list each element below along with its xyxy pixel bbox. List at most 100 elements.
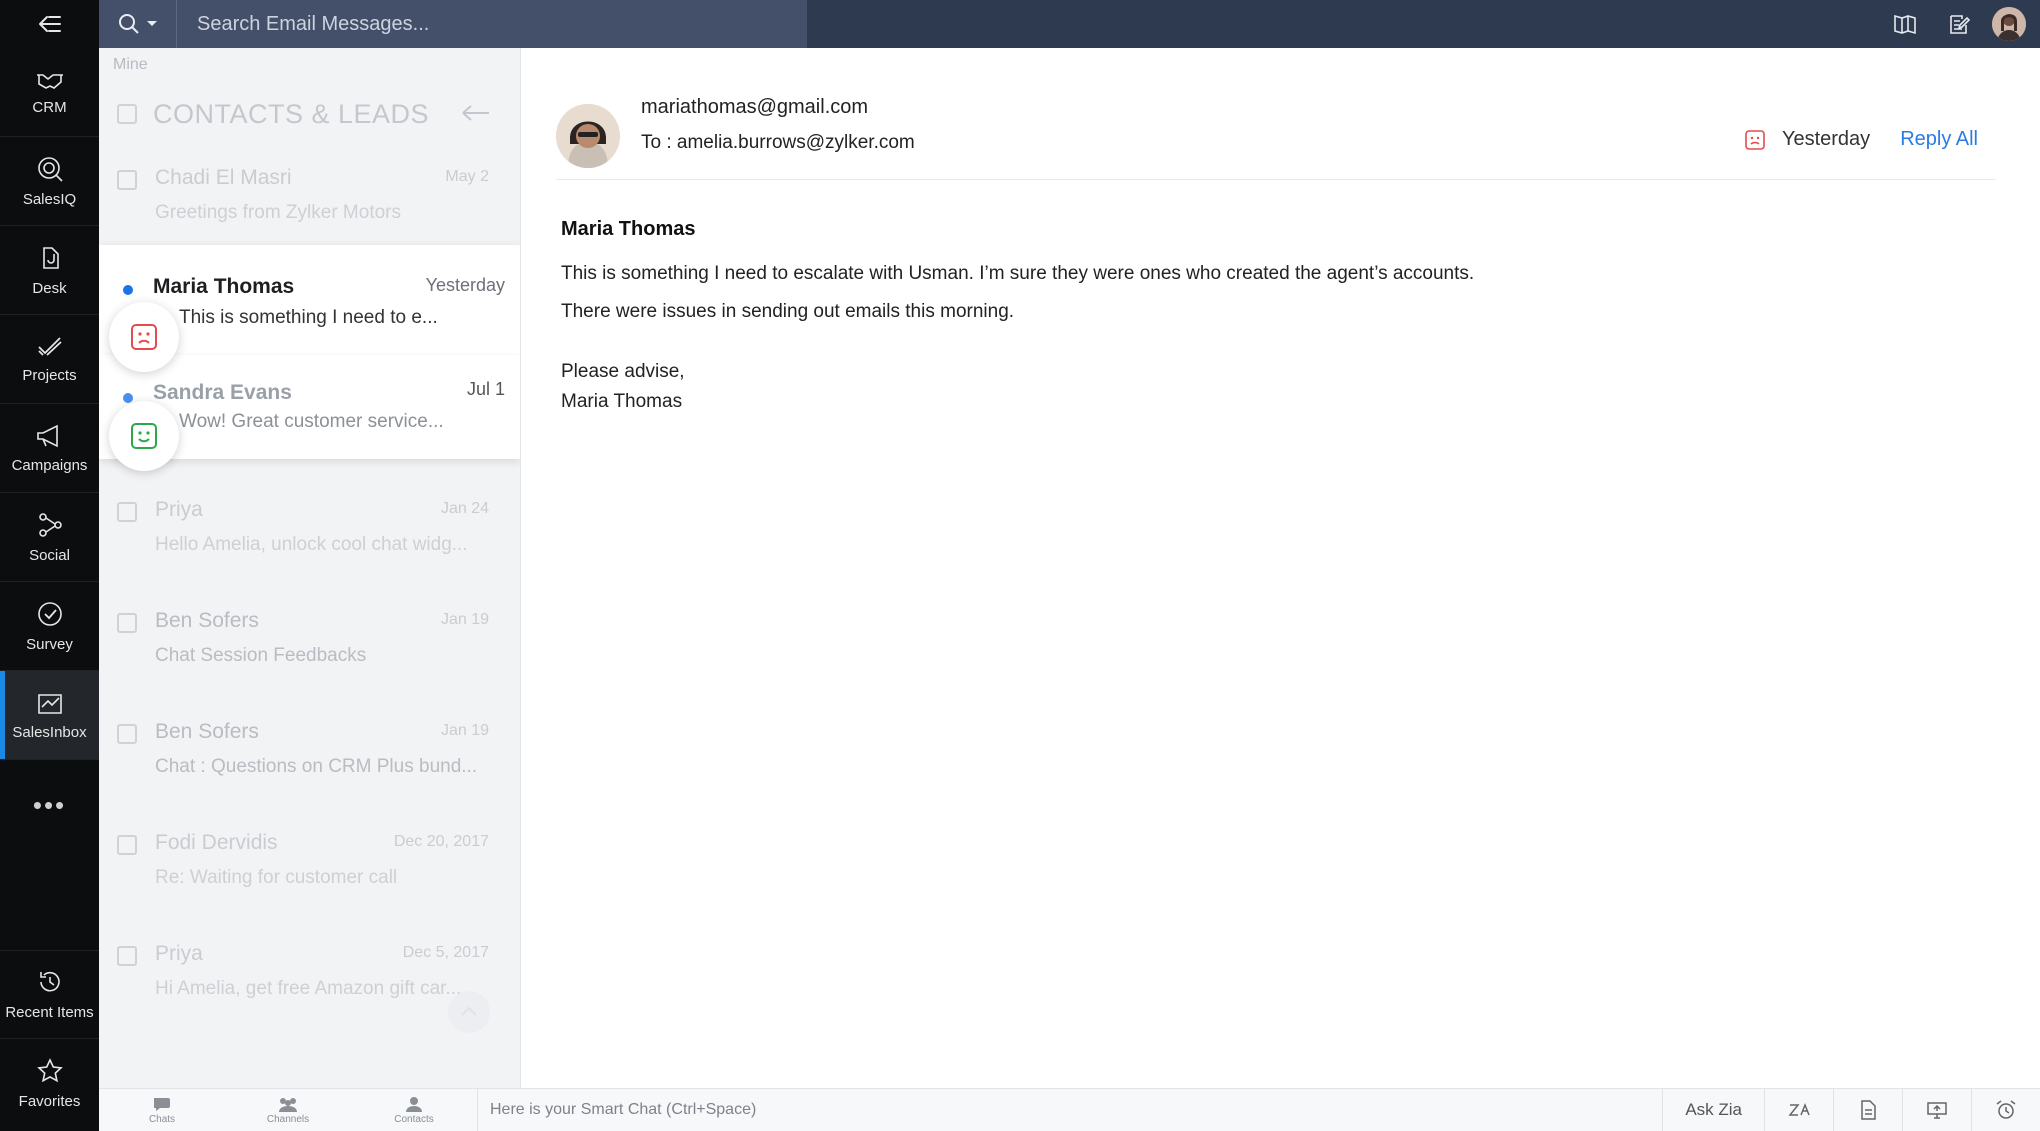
row-checkbox[interactable] — [117, 835, 137, 855]
zia-voice-button[interactable] — [1764, 1088, 1833, 1131]
sidebar-item-campaigns[interactable]: Campaigns — [0, 404, 99, 493]
sidebar-item-recent[interactable]: Recent Items — [0, 950, 99, 1039]
alarm-clock-icon — [1996, 1100, 2016, 1119]
ask-zia-button[interactable]: Ask Zia — [1662, 1088, 1764, 1131]
scroll-to-top-button[interactable] — [448, 991, 490, 1033]
sender-name: Sandra Evans — [153, 381, 292, 404]
app-sidebar: CRM SalesIQ Desk Projects Campaigns Soci… — [0, 0, 99, 1131]
user-avatar[interactable] — [1992, 7, 2026, 41]
sad-face-icon — [1745, 129, 1765, 150]
message-date: Jan 19 — [440, 611, 489, 628]
tab-chats[interactable]: Chats — [99, 1089, 225, 1131]
app-window: CRM SalesIQ Desk Projects Campaigns Soci… — [0, 0, 2040, 1131]
negative-sentiment-badge — [109, 302, 179, 372]
message-date: Jul 1 — [466, 379, 505, 399]
sidebar-item-survey[interactable]: Survey — [0, 582, 99, 671]
bottom-actions: Ask Zia — [1662, 1088, 2040, 1131]
message-row-ben-2[interactable]: Ben Sofers Jan 19 Chat : Questions on CR… — [99, 704, 520, 814]
sender-avatar — [556, 104, 620, 168]
message-preview: Greetings from Zylker Motors — [155, 202, 401, 223]
email-date: Yesterday — [1781, 128, 1871, 150]
sidebar-item-salesiq[interactable]: SalesIQ — [0, 137, 99, 226]
star-icon — [36, 1058, 63, 1083]
history-icon — [39, 971, 60, 992]
collapse-arrow-icon[interactable] — [461, 104, 491, 122]
email-body: Maria Thomas This is something I need to… — [561, 218, 1961, 417]
list-title: CONTACTS & LEADS — [153, 98, 430, 129]
tab-contacts[interactable]: Contacts — [351, 1089, 477, 1131]
sender-name: Chadi El Masri — [155, 166, 292, 189]
email-header: mariathomas@gmail.com To : amelia.burrow… — [556, 48, 1996, 180]
smart-chat-input[interactable]: Here is your Smart Chat (Ctrl+Space) — [477, 1088, 1662, 1131]
search-scope-dropdown[interactable] — [99, 0, 177, 48]
body-paragraph: This is something I need to escalate wit… — [561, 263, 1475, 284]
sidebar-item-salesinbox[interactable]: SalesInbox — [0, 671, 99, 760]
document-icon — [1861, 1100, 1876, 1120]
filter-mine-label[interactable]: Mine — [113, 56, 148, 74]
row-checkbox[interactable] — [117, 613, 137, 633]
row-checkbox[interactable] — [117, 946, 137, 966]
tab-label: Chats — [148, 1113, 176, 1125]
message-row-ben-1[interactable]: Ben Sofers Jan 19 Chat Session Feedbacks — [99, 593, 520, 703]
tab-channels[interactable]: Channels — [225, 1089, 351, 1131]
sender-name: Ben Sofers — [155, 720, 259, 743]
sidebar-label: Survey — [26, 635, 73, 653]
unread-dot — [123, 285, 133, 295]
salesiq-icon — [37, 156, 63, 182]
search-input[interactable] — [177, 0, 807, 48]
message-date: Dec 20, 2017 — [393, 833, 489, 850]
email-to: To : amelia.burrows@zylker.com — [641, 132, 915, 153]
zia-icon — [1788, 1102, 1810, 1116]
sidebar-label: Recent Items — [5, 1004, 94, 1021]
reminder-button[interactable] — [1971, 1088, 2040, 1131]
check-circle-icon — [37, 601, 62, 626]
sidebar-label: Desk — [32, 279, 67, 297]
chat-bubble-icon — [154, 1097, 170, 1111]
monitor-icon — [1927, 1102, 1947, 1119]
compose-note-button[interactable] — [1932, 0, 1986, 48]
email-reading-pane: mariathomas@gmail.com To : amelia.burrow… — [521, 48, 2040, 1088]
desk-icon — [42, 246, 59, 269]
row-checkbox[interactable] — [117, 502, 137, 522]
sidebar-item-projects[interactable]: Projects — [0, 315, 99, 404]
screen-share-button[interactable] — [1902, 1088, 1971, 1131]
megaphone-icon — [36, 424, 58, 447]
message-preview: Chat : Questions on CRM Plus bund... — [155, 756, 478, 777]
notes-button[interactable] — [1833, 1088, 1902, 1131]
sidebar-label: CRM — [32, 98, 67, 116]
message-row-fodi[interactable]: Fodi Dervidis Dec 20, 2017 Re: Waiting f… — [99, 815, 520, 925]
sidebar-item-favorites[interactable]: Favorites — [0, 1039, 99, 1128]
positive-sentiment-badge — [109, 401, 179, 471]
message-preview: Chat Session Feedbacks — [155, 645, 367, 666]
list-header: CONTACTS & LEADS — [99, 84, 520, 144]
row-checkbox[interactable] — [117, 724, 137, 744]
person-icon — [406, 1096, 422, 1112]
message-date: Jan 19 — [440, 722, 489, 739]
email-from: mariathomas@gmail.com — [641, 96, 869, 118]
search-bar — [99, 0, 807, 48]
inbox-chart-icon — [37, 693, 62, 714]
sidebar-label: Projects — [22, 366, 77, 384]
sidebar-item-desk[interactable]: Desk — [0, 226, 99, 315]
message-preview: Hi Amelia, get free Amazon gift car... — [155, 978, 462, 999]
handshake-icon — [36, 73, 63, 89]
sidebar-label: SalesInbox — [12, 723, 87, 741]
more-apps-button[interactable]: ••• — [0, 785, 99, 825]
message-row-priya[interactable]: Priya Jan 24 Hello Amelia, unlock cool c… — [99, 482, 520, 592]
share-nodes-icon — [38, 512, 62, 537]
select-all-checkbox[interactable] — [117, 104, 137, 124]
sidebar-item-crm[interactable]: CRM — [0, 48, 99, 137]
reply-all-button[interactable]: Reply All — [1900, 128, 1978, 151]
row-checkbox[interactable] — [117, 170, 137, 190]
sidebar-item-social[interactable]: Social — [0, 493, 99, 582]
menu-toggle-button[interactable] — [0, 0, 99, 48]
user-photo-icon — [1992, 7, 2026, 41]
message-row-chadi[interactable]: Chadi El Masri May 2 Greetings from Zylk… — [99, 150, 520, 260]
message-preview: Wow! Great customer service... — [179, 411, 444, 432]
sender-photo-icon — [556, 104, 620, 168]
guide-book-button[interactable] — [1878, 0, 1932, 48]
sidebar-label: SalesIQ — [22, 190, 77, 208]
caret-down-icon — [146, 21, 157, 26]
tab-label: Channels — [266, 1113, 310, 1125]
sidebar-label: Campaigns — [11, 456, 88, 474]
